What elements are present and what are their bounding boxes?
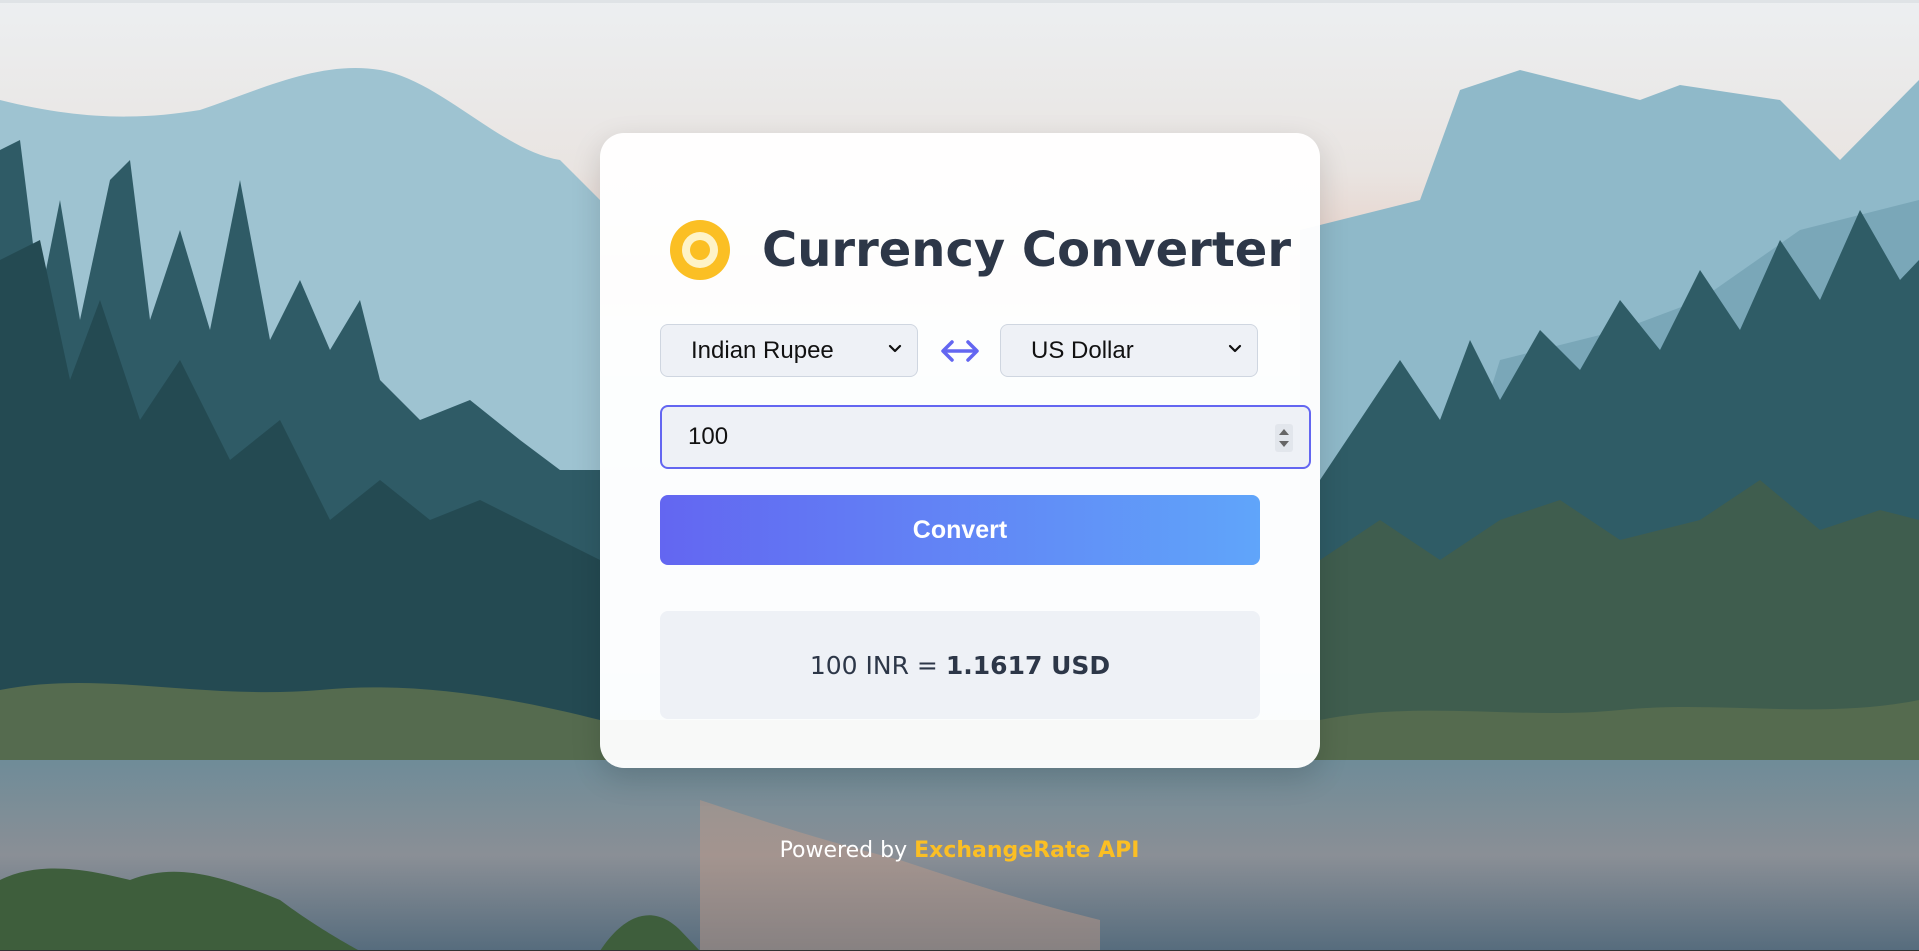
conversion-result: 100 INR = 1.1617 USD	[660, 611, 1260, 719]
page-title: Currency Converter	[762, 222, 1291, 278]
top-border	[0, 0, 1919, 3]
amount-input[interactable]: 100	[660, 405, 1311, 469]
title-row: Currency Converter	[670, 215, 1291, 285]
amount-value: 100	[688, 423, 729, 450]
number-spinner-icon[interactable]	[1275, 424, 1293, 452]
powered-by-text: Powered by	[779, 838, 908, 863]
from-currency-select[interactable]: Indian Rupee	[660, 324, 918, 377]
from-currency-value: Indian Rupee	[691, 336, 834, 364]
result-prefix: 100 INR =	[809, 650, 938, 680]
to-currency-select[interactable]: US Dollar	[1000, 324, 1258, 377]
converter-card: Currency Converter Indian Rupee US Dolla…	[600, 133, 1320, 768]
to-currency-value: US Dollar	[1031, 336, 1134, 364]
coin-icon	[670, 220, 730, 280]
chevron-down-icon	[1228, 344, 1242, 353]
swap-arrows-icon[interactable]	[938, 333, 982, 369]
result-value: 1.1617 USD	[945, 650, 1111, 680]
chevron-down-icon	[888, 344, 902, 353]
convert-button[interactable]: Convert	[660, 495, 1260, 565]
exchangerate-api-link[interactable]: ExchangeRate API	[914, 838, 1139, 863]
powered-by-footer: Powered by ExchangeRate API	[0, 838, 1919, 863]
